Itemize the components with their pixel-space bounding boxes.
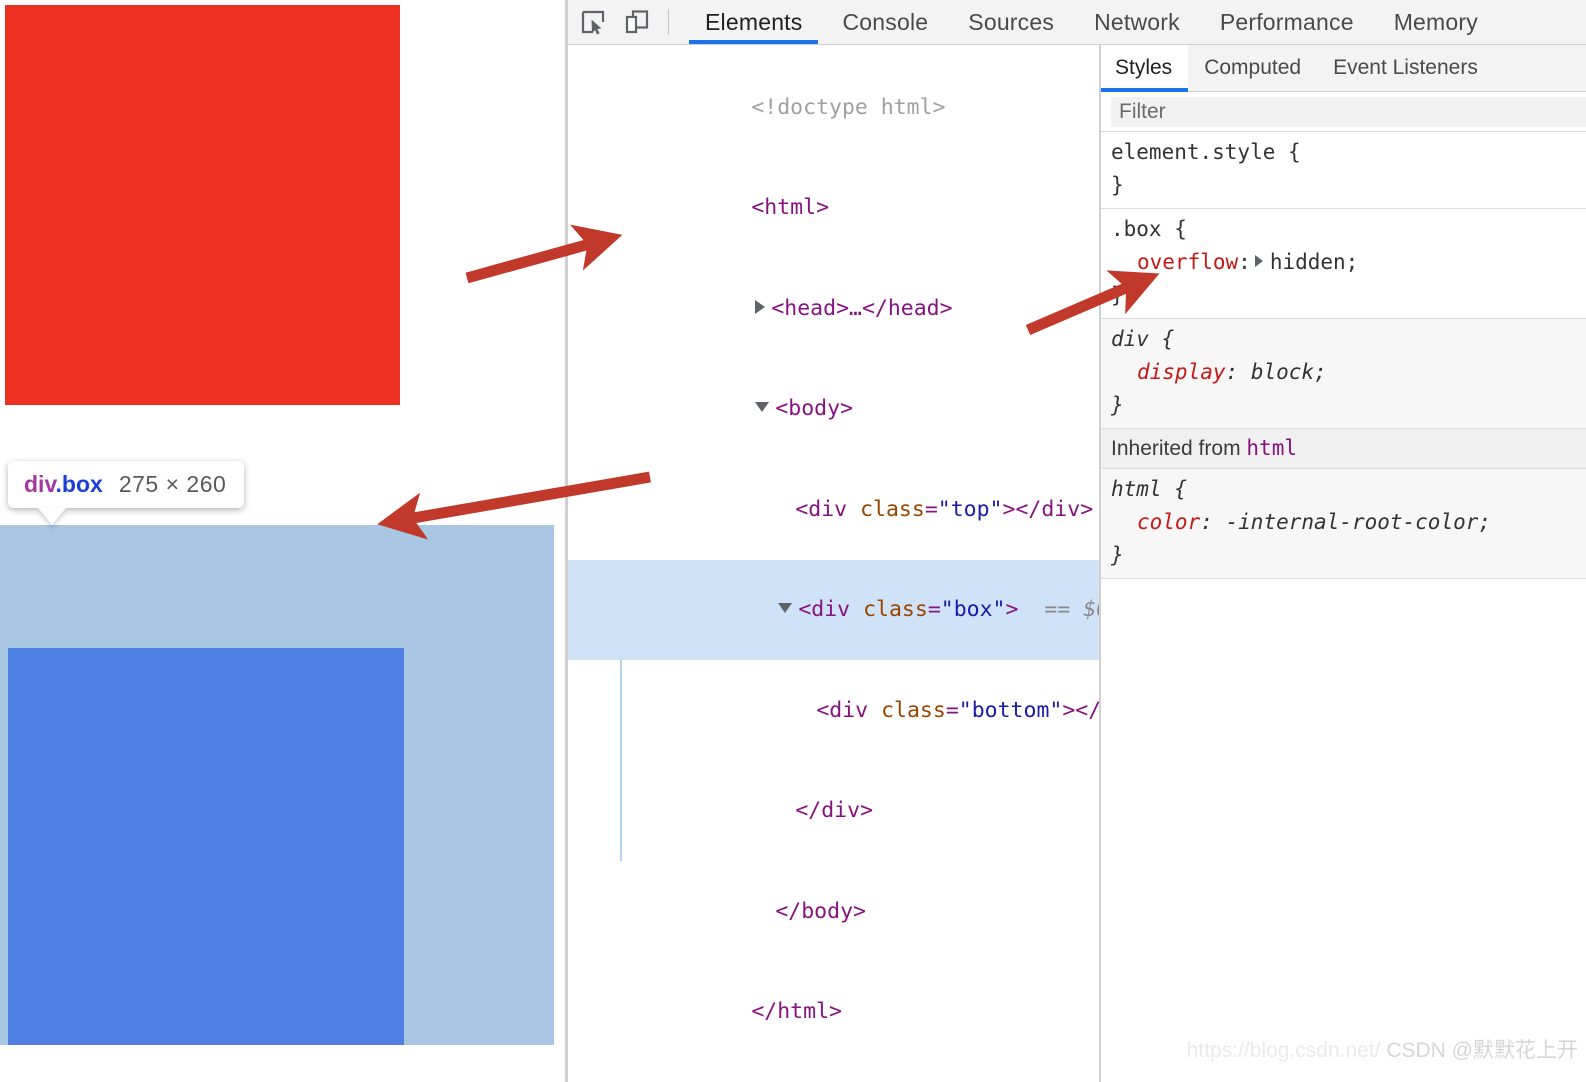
inherited-source-tag: html: [1246, 436, 1297, 460]
styles-filter-row: [1101, 92, 1586, 132]
styles-filter-input[interactable]: [1111, 96, 1586, 127]
tab-sources[interactable]: Sources: [948, 0, 1074, 44]
chevron-down-icon[interactable]: [778, 603, 793, 613]
expand-value-icon[interactable]: [1254, 255, 1263, 267]
tab-performance[interactable]: Performance: [1200, 0, 1374, 44]
watermark-author: CSDN @默默花上开: [1386, 1039, 1578, 1062]
dom-row-html-open[interactable]: <html>: [568, 158, 1099, 259]
body-open-tag: <body>: [775, 396, 854, 421]
dom-row-doctype[interactable]: <!doctype html>: [568, 57, 1099, 158]
rule-div-user-agent[interactable]: div { display: block; }: [1101, 319, 1586, 429]
tooltip-class-name: .box: [55, 471, 103, 497]
div-box-value: "box": [940, 597, 1006, 622]
tooltip-tag-name: div: [24, 471, 56, 497]
rule-selector: element.style {: [1111, 140, 1301, 164]
styles-panel: Styles Computed Event Listeners element.…: [1101, 45, 1586, 1082]
declaration-name: overflow: [1137, 250, 1239, 274]
inherited-label: Inherited from: [1111, 437, 1241, 460]
tab-console[interactable]: Console: [822, 0, 948, 44]
declaration-value: block;: [1250, 360, 1327, 384]
tab-computed[interactable]: Computed: [1188, 45, 1317, 91]
dom-row-div-bottom[interactable]: <div class="bottom"></div>: [568, 660, 1099, 761]
rule-box[interactable]: .box { overflow: hidden; }: [1101, 209, 1586, 319]
devtools-tool-buttons: [568, 0, 685, 44]
rule-html-user-agent[interactable]: html { color: -internal-root-color; }: [1101, 469, 1586, 579]
body-close-tag: </body>: [775, 898, 866, 924]
div-box-tag: div: [811, 597, 851, 622]
declaration-value: hidden;: [1269, 250, 1359, 274]
devtools-panel-tabs: Elements Console Sources Network Perform…: [685, 0, 1498, 44]
tree-guide-line: [620, 760, 622, 861]
tab-elements[interactable]: Elements: [685, 0, 822, 44]
top-div-red-box: [5, 5, 400, 405]
dom-row-body-close[interactable]: </body>: [568, 861, 1099, 962]
html-open-tag: <html>: [751, 195, 830, 220]
tooltip-pointer-icon: [38, 508, 66, 525]
rule-selector: .box {: [1111, 217, 1187, 241]
dom-row-div-top[interactable]: <div class="top"></div>: [568, 459, 1099, 560]
html-close-tag: </html>: [751, 999, 842, 1024]
selected-node-marker: == $0: [1044, 597, 1099, 622]
styles-panel-tabs: Styles Computed Event Listeners: [1101, 45, 1586, 92]
toolbar-separator: [668, 9, 669, 35]
element-highlight-tooltip: div.box 275 × 260: [8, 461, 245, 525]
tree-guide-line: [620, 660, 622, 761]
dom-row-body-open[interactable]: <body>: [568, 359, 1099, 460]
watermark: https://blog.csdn.net/ CSDN @默默花上开: [1187, 1034, 1578, 1064]
rule-close-brace: }: [1111, 283, 1124, 307]
declaration-name: color: [1137, 510, 1201, 534]
dom-tree: <!doctype html> <html> <head>…</head> <b…: [568, 57, 1099, 1062]
tab-event-listeners[interactable]: Event Listeners: [1317, 45, 1494, 91]
div-bottom-tag: div: [829, 697, 869, 723]
rule-element-style[interactable]: element.style { }: [1101, 132, 1586, 209]
tab-network[interactable]: Network: [1074, 0, 1200, 44]
devtools-window: Elements Console Sources Network Perform…: [568, 0, 1586, 1082]
declaration-name: display: [1137, 360, 1226, 384]
tooltip-dimensions: 275 × 260: [118, 471, 227, 497]
inspect-element-icon[interactable]: [576, 5, 610, 39]
devtools-body: <!doctype html> <html> <head>…</head> <b…: [568, 45, 1586, 1082]
declaration-color[interactable]: color: -internal-root-color;: [1111, 506, 1586, 539]
dom-row-div-close[interactable]: </div>: [568, 760, 1099, 861]
dom-row-html-close[interactable]: </html>: [568, 962, 1099, 1063]
rule-close-brace: }: [1111, 173, 1124, 197]
declaration-display[interactable]: display: block;: [1111, 356, 1586, 389]
dom-tree-panel: <!doctype html> <html> <head>…</head> <b…: [568, 45, 1101, 1082]
rule-close-brace: }: [1111, 393, 1124, 417]
doctype-text: <!doctype html>: [751, 94, 946, 120]
rule-selector: div {: [1111, 327, 1175, 351]
rule-close-brace: }: [1111, 543, 1124, 567]
div-bottom-value: "bottom": [958, 697, 1063, 723]
devtools-toolbar: Elements Console Sources Network Perform…: [568, 0, 1586, 45]
chevron-right-icon[interactable]: [755, 299, 766, 314]
tab-styles[interactable]: Styles: [1101, 45, 1189, 92]
chevron-down-icon[interactable]: [755, 402, 770, 412]
div-top-value: "top": [937, 496, 1003, 522]
declaration-overflow[interactable]: overflow: hidden;: [1111, 246, 1586, 279]
div-box-attr: class: [863, 597, 928, 622]
div-top-tag: div: [808, 496, 848, 522]
watermark-url: https://blog.csdn.net/: [1186, 1039, 1381, 1062]
div-bottom-attr: class: [881, 697, 946, 723]
browser-viewport: div.box 275 × 260: [0, 0, 565, 1082]
div-top-attr: class: [860, 496, 925, 522]
inherited-from-header: Inherited from html: [1101, 429, 1586, 469]
bottom-div-blue-box: [8, 648, 404, 1045]
dom-row-head[interactable]: <head>…</head>: [568, 258, 1099, 359]
div-close-tag: </div>: [795, 798, 874, 823]
head-tag-collapsed: <head>…</head>: [771, 295, 953, 321]
dom-row-div-box-selected[interactable]: <div class="box"> == $0: [568, 559, 1099, 660]
declaration-value: -internal-root-color;: [1225, 510, 1492, 534]
device-toolbar-icon[interactable]: [620, 5, 654, 39]
tab-memory[interactable]: Memory: [1374, 0, 1498, 44]
rule-selector: html {: [1111, 477, 1187, 501]
screenshot-root: div.box 275 × 260 Elements Console Sourc…: [0, 0, 1586, 1082]
